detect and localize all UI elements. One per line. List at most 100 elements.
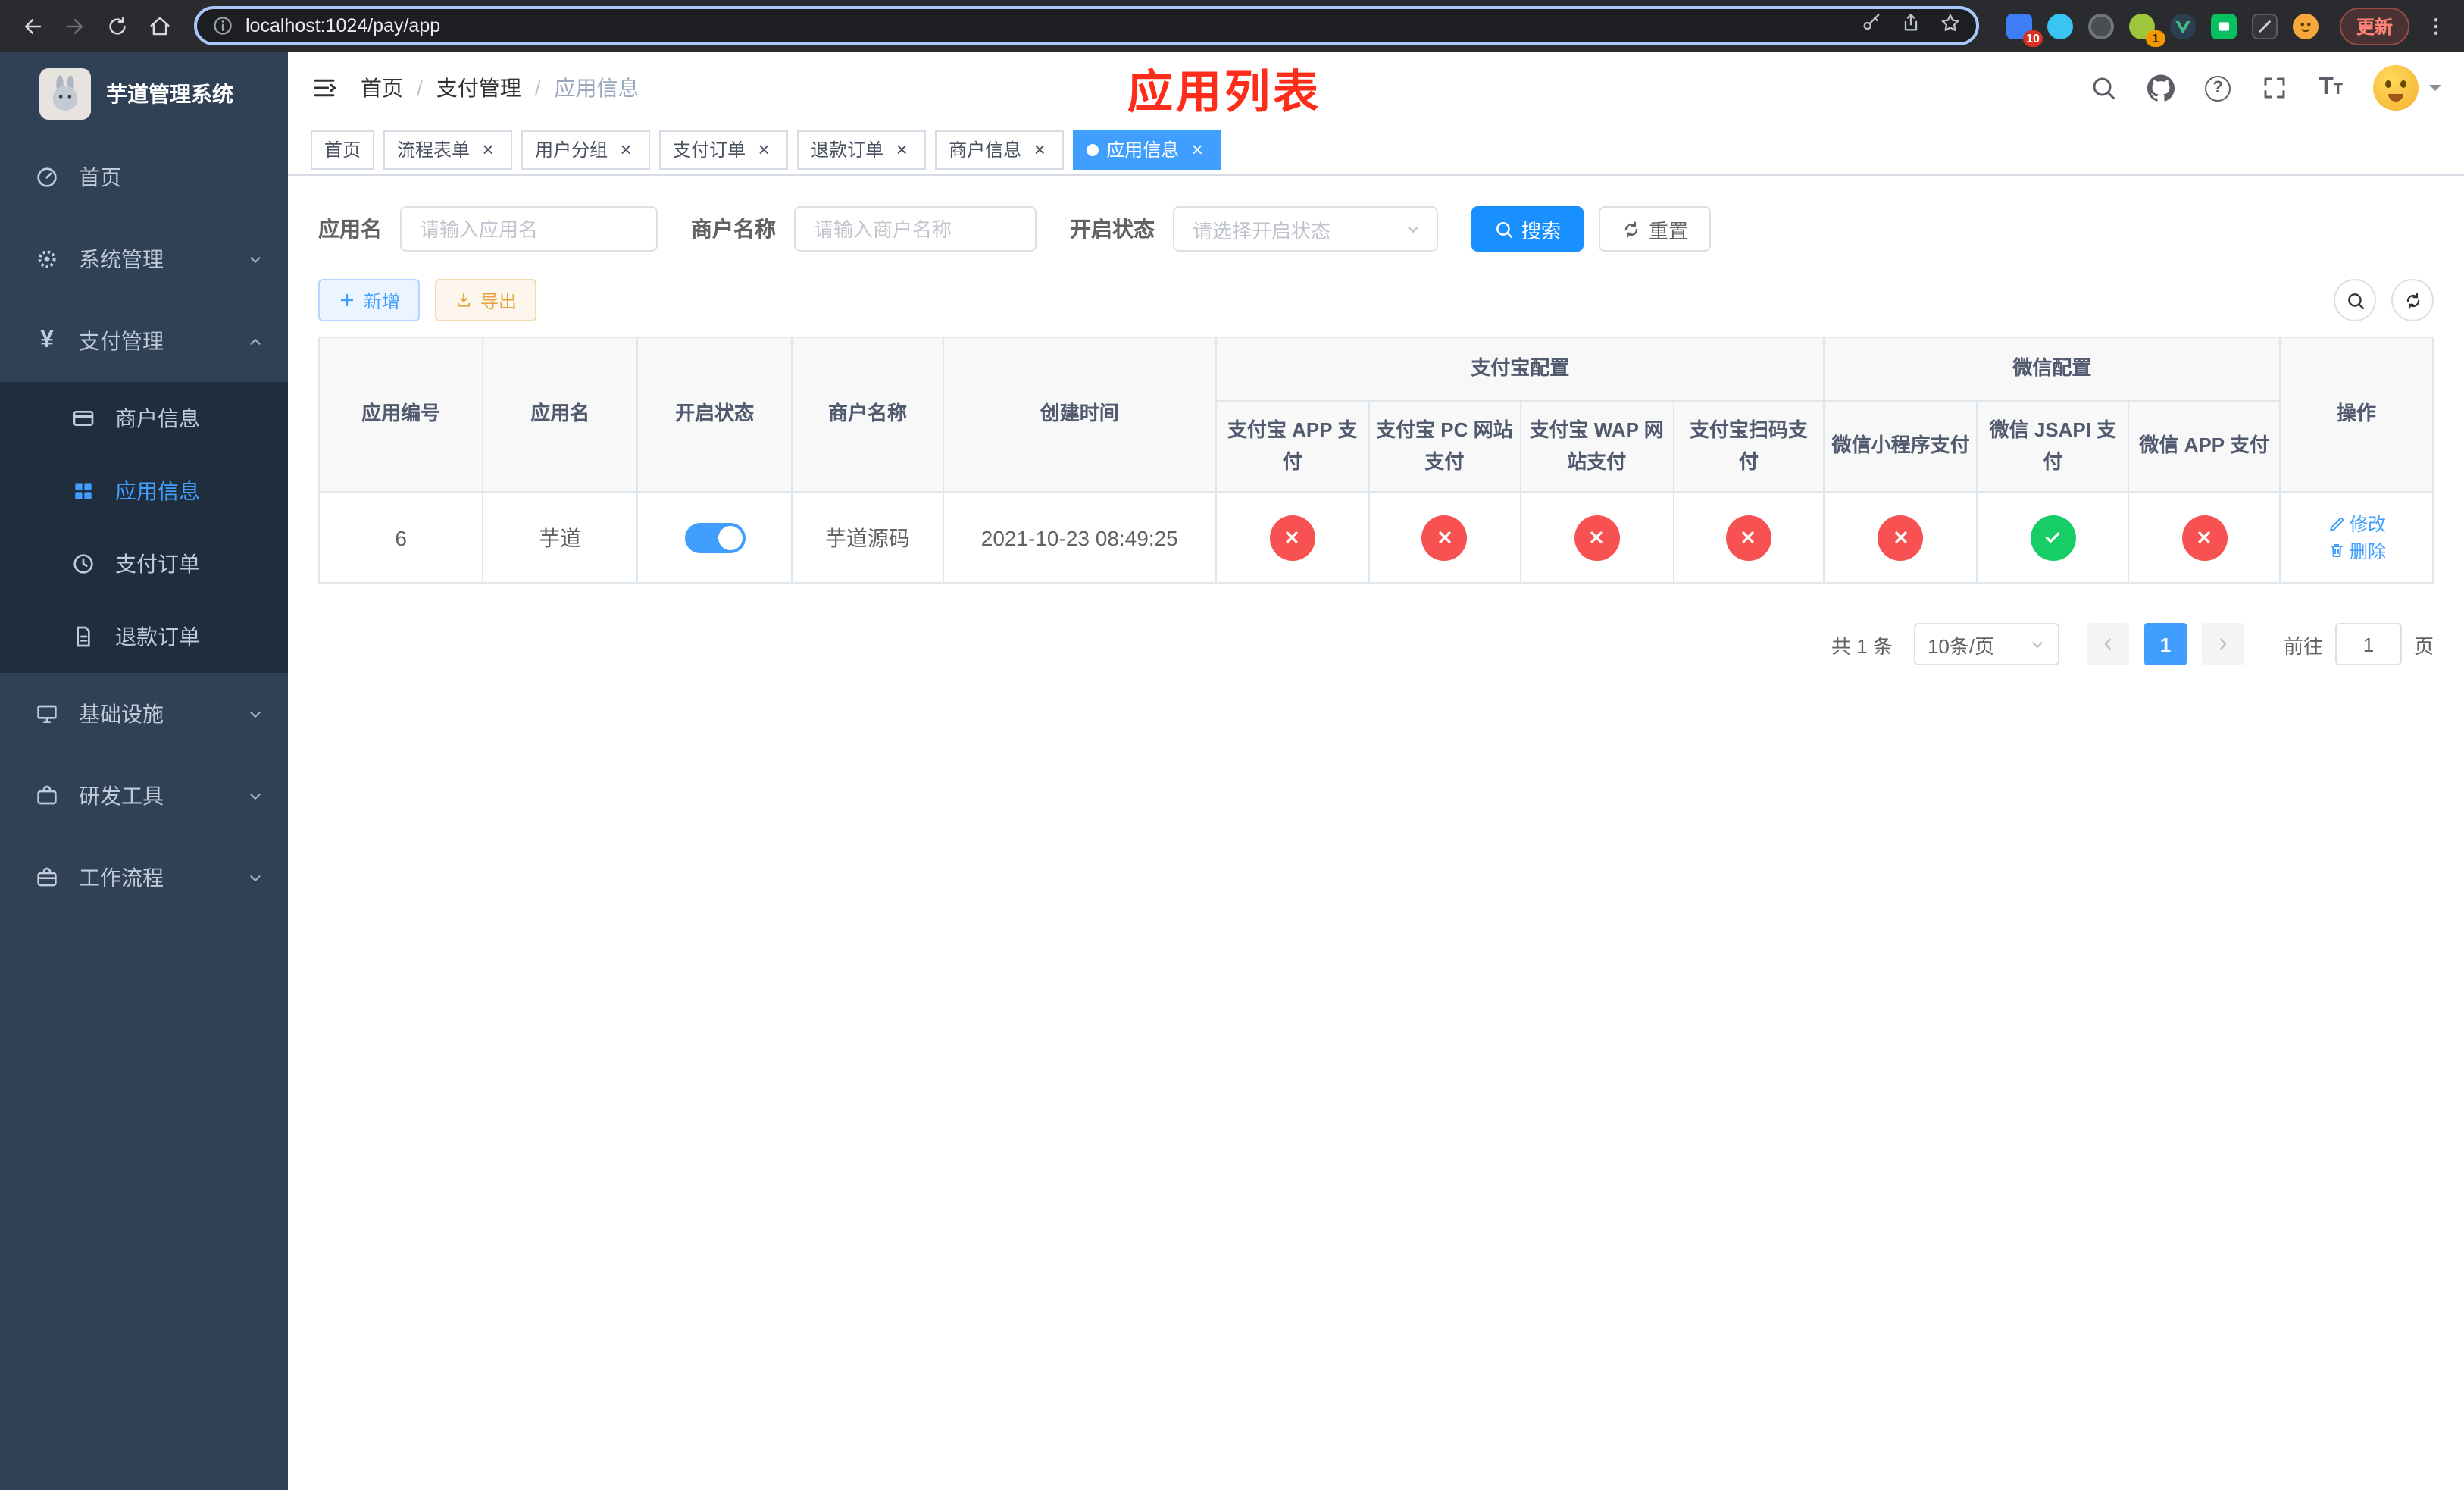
extension-icon-6[interactable]: [2210, 13, 2237, 39]
refresh-icon[interactable]: [2391, 279, 2434, 321]
sidebar-item-refund-order[interactable]: 退款订单: [0, 600, 288, 673]
add-button[interactable]: 新增: [318, 279, 421, 321]
briefcase-icon: [33, 864, 61, 891]
close-circle-icon: [1725, 515, 1771, 561]
close-icon[interactable]: ×: [615, 139, 636, 160]
tab-refund-order[interactable]: 退款订单 ×: [797, 130, 927, 169]
sidebar-item-label: 首页: [79, 165, 121, 189]
export-button[interactable]: 导出: [435, 279, 537, 321]
document-icon: [70, 623, 97, 650]
sidebar-item-merchant-info[interactable]: 商户信息: [0, 382, 288, 455]
search-icon[interactable]: [2090, 74, 2117, 102]
extension-icon-4[interactable]: 1: [2128, 13, 2165, 46]
tab-user-group[interactable]: 用户分组 ×: [521, 130, 651, 169]
check-circle-icon: [2030, 515, 2076, 561]
fullscreen-icon[interactable]: [2261, 74, 2288, 102]
url-text: localhost:1024/pay/app: [245, 15, 441, 36]
page-size-select[interactable]: 10条/页: [1913, 623, 2059, 666]
reset-button[interactable]: 重置: [1599, 206, 1712, 252]
hamburger-icon[interactable]: [311, 74, 338, 102]
close-icon[interactable]: ×: [753, 139, 774, 160]
sidebar: 芋道管理系统 首页 系统管理 ¥ 支付管理 商户信息 应用信息 支付订单 退款订…: [0, 52, 288, 1490]
sidebar-item-home[interactable]: 首页: [0, 136, 288, 218]
tab-app-info[interactable]: 应用信息 ×: [1073, 130, 1222, 169]
cell-created: 2021-10-23 08:49:25: [942, 491, 1217, 584]
github-icon[interactable]: [2147, 74, 2175, 102]
close-icon[interactable]: ×: [891, 139, 912, 160]
toggle-knob: [718, 525, 743, 550]
payment-submenu: 商户信息 应用信息 支付订单 退款订单: [0, 382, 288, 673]
browser-home-icon[interactable]: [139, 6, 179, 45]
sidebar-item-payment[interactable]: ¥ 支付管理: [0, 300, 288, 382]
merchant-name-input[interactable]: [794, 206, 1037, 252]
browser-forward-icon[interactable]: [55, 6, 94, 45]
current-page-button[interactable]: 1: [2143, 623, 2187, 666]
browser-menu-icon[interactable]: [2419, 14, 2452, 37]
col-wechat-mini: 微信小程序支付: [1823, 399, 1978, 493]
tab-label: 商户信息: [949, 139, 1022, 161]
close-icon[interactable]: ×: [1187, 139, 1208, 160]
help-icon[interactable]: ?: [2205, 75, 2231, 101]
extension-icon-7[interactable]: [2251, 13, 2278, 39]
toggle-search-icon[interactable]: [2334, 279, 2376, 321]
table-row: 6 芋道 芋道源码 2021-10-23 08:49:25 修改 删除: [317, 491, 2434, 584]
tab-pay-order[interactable]: 支付订单 ×: [659, 130, 789, 169]
close-circle-icon: [1421, 515, 1468, 561]
goto-page-input[interactable]: [2334, 623, 2402, 666]
delete-button[interactable]: 删除: [2327, 538, 2386, 564]
chevron-down-icon: [247, 869, 264, 886]
sidebar-item-infrastructure[interactable]: 基础设施: [0, 673, 288, 755]
sidebar-item-dev-tools[interactable]: 研发工具: [0, 755, 288, 837]
page-title: 应用列表: [1127, 68, 1321, 118]
breadcrumb-home[interactable]: 首页: [361, 73, 403, 103]
breadcrumb: 首页 / 支付管理 / 应用信息: [361, 73, 639, 103]
tab-label: 流程表单: [397, 139, 471, 161]
sidebar-item-label: 支付订单: [115, 552, 200, 576]
extension-icon-3[interactable]: [2087, 13, 2114, 39]
sidebar-item-pay-order[interactable]: 支付订单: [0, 527, 288, 600]
browser-toolbar: localhost:1024/pay/app 10 1 更新: [0, 0, 2464, 52]
col-alipay-wap: 支付宝 WAP 网站支付: [1519, 399, 1674, 493]
bookmark-star-icon[interactable]: [1940, 11, 1961, 40]
search-form: 应用名 商户名称 开启状态 请选择开启状态: [318, 206, 2434, 252]
password-key-icon[interactable]: [1861, 11, 1882, 40]
status-select-placeholder: 请选择开启状态: [1193, 219, 1331, 242]
sidebar-item-workflow[interactable]: 工作流程: [0, 837, 288, 919]
browser-back-icon[interactable]: [12, 6, 52, 45]
font-size-icon[interactable]: TT: [2319, 74, 2343, 102]
user-menu[interactable]: [2373, 65, 2441, 111]
sidebar-item-label: 研发工具: [79, 784, 164, 808]
extension-icon-8[interactable]: [2292, 13, 2319, 39]
share-icon[interactable]: [1900, 11, 1921, 40]
address-bar[interactable]: localhost:1024/pay/app: [194, 6, 1979, 45]
app-logo[interactable]: 芋道管理系统: [0, 52, 288, 136]
page-info-icon[interactable]: [212, 15, 233, 36]
browser-update-button[interactable]: 更新: [2339, 7, 2409, 45]
tab-home[interactable]: 首页: [311, 130, 375, 169]
sidebar-item-app-info[interactable]: 应用信息: [0, 455, 288, 527]
sidebar-item-system[interactable]: 系统管理: [0, 218, 288, 300]
status-toggle[interactable]: [684, 522, 746, 553]
close-icon[interactable]: ×: [477, 139, 499, 160]
close-circle-icon: [1878, 515, 1924, 561]
extension-icon-1[interactable]: 10: [2006, 13, 2043, 46]
dashboard-icon: [33, 164, 61, 191]
breadcrumb-payment[interactable]: 支付管理: [436, 73, 521, 103]
close-icon[interactable]: ×: [1029, 139, 1050, 160]
tab-merchant-info[interactable]: 商户信息 ×: [935, 130, 1065, 169]
tab-process-form[interactable]: 流程表单 ×: [383, 130, 513, 169]
browser-reload-icon[interactable]: [97, 6, 136, 45]
chevron-down-icon: [247, 706, 264, 722]
gear-icon: [33, 246, 61, 273]
extension-icon-vue[interactable]: [2169, 13, 2196, 39]
status-select[interactable]: 请选择开启状态: [1173, 206, 1438, 252]
next-page-icon[interactable]: [2201, 623, 2244, 666]
top-navbar: 首页 / 支付管理 / 应用信息 应用列表 ? T T: [288, 52, 2464, 124]
search-button[interactable]: 搜索: [1471, 206, 1584, 252]
cell-app-name: 芋道: [482, 491, 639, 584]
edit-button[interactable]: 修改: [2327, 512, 2386, 537]
col-operations: 操作: [2279, 336, 2434, 493]
app-name-input[interactable]: [400, 206, 658, 252]
prev-page-icon[interactable]: [2086, 623, 2129, 666]
extension-icon-2[interactable]: [2047, 13, 2073, 39]
